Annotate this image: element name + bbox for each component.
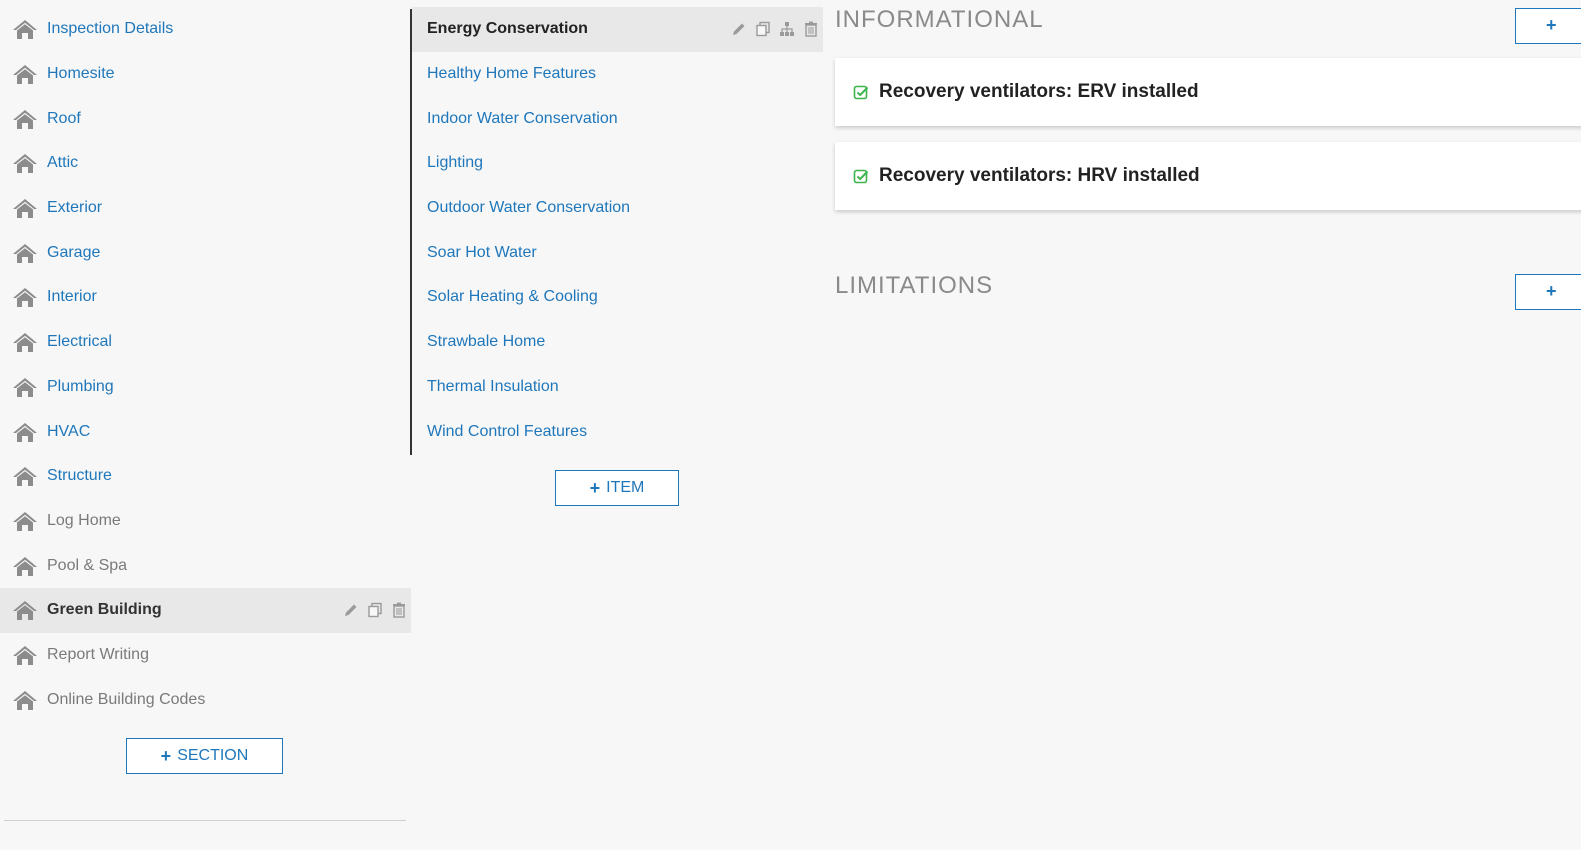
add-informational-button[interactable]: +: [1515, 8, 1581, 44]
add-item-label: ITEM: [606, 479, 645, 496]
sidebar-item-label: Structure: [47, 467, 112, 485]
item-soar-hot-water[interactable]: Soar Hot Water: [412, 230, 823, 275]
sidebar-item-electrical[interactable]: Electrical: [0, 320, 411, 365]
item-thermal-insulation[interactable]: Thermal Insulation: [412, 365, 823, 410]
comment-title: Recovery ventilators: HRV installed: [879, 165, 1200, 186]
row-actions: [731, 21, 819, 38]
sidebar-item-green-building[interactable]: Green Building: [0, 587, 411, 633]
checkbox-checked-icon[interactable]: [853, 84, 869, 100]
item-label: Thermal Insulation: [427, 377, 559, 395]
sidebar-item-label: HVAC: [47, 422, 91, 440]
sidebar-item-label: Electrical: [47, 333, 112, 351]
item-label: Healthy Home Features: [427, 65, 596, 83]
sidebar-item-inspection-details[interactable]: Inspection Details: [0, 7, 411, 52]
sidebar-item-log-home[interactable]: Log Home: [0, 499, 411, 544]
item-label: Strawbale Home: [427, 333, 546, 351]
row-actions: [343, 602, 407, 618]
app: Inspection Details Homesite Roof Attic Exter…: [0, 0, 1581, 850]
sidebar-item-report-writing[interactable]: Report Writing: [0, 633, 411, 678]
house-icon: [12, 599, 38, 621]
sidebar-item-label: Interior: [47, 288, 97, 306]
sections-list: Inspection Details Homesite Roof Attic Exter…: [0, 7, 411, 722]
item-energy-conservation[interactable]: Energy Conservation: [412, 7, 823, 52]
item-label: Solar Heating & Cooling: [427, 288, 598, 306]
sidebar-item-label: Plumbing: [47, 377, 114, 395]
house-icon: [12, 331, 38, 353]
plus-icon: +: [1546, 15, 1557, 35]
house-icon: [12, 555, 38, 577]
sidebar-item-exterior[interactable]: Exterior: [0, 186, 411, 231]
add-item-button[interactable]: + ITEM: [555, 470, 679, 506]
sidebar-item-online-building-codes[interactable]: Online Building Codes: [0, 677, 411, 722]
sidebar-item-label: Roof: [47, 109, 81, 127]
sidebar-item-label: Attic: [47, 154, 79, 172]
item-label: Outdoor Water Conservation: [427, 199, 631, 217]
house-icon: [12, 197, 38, 219]
house-icon: [12, 644, 38, 666]
house-icon: [12, 108, 38, 130]
house-icon: [12, 286, 38, 308]
item-label: Indoor Water Conservation: [427, 109, 618, 127]
sidebar-item-label: Homesite: [47, 65, 115, 83]
item-label: Wind Control Features: [427, 422, 588, 440]
plus-icon: +: [1546, 281, 1557, 301]
sidebar-item-garage[interactable]: Garage: [0, 230, 411, 275]
item-label: Energy Conservation: [427, 20, 588, 38]
sidebar-item-pool-and-spa[interactable]: Pool & Spa: [0, 543, 411, 588]
sidebar-item-label: Green Building: [47, 601, 162, 619]
house-icon: [12, 242, 38, 264]
item-indoor-water-conservation[interactable]: Indoor Water Conservation: [412, 96, 823, 141]
item-healthy-home-features[interactable]: Healthy Home Features: [412, 52, 823, 97]
divider: [4, 820, 406, 821]
pencil-icon[interactable]: [731, 21, 747, 37]
sidebar-item-label: Pool & Spa: [47, 556, 128, 574]
items-list: Energy Conservation Healthy Home Features…: [412, 7, 823, 454]
trash-icon[interactable]: [391, 602, 407, 618]
copy-icon[interactable]: [367, 602, 383, 618]
house-icon: [12, 465, 38, 487]
sitemap-icon[interactable]: [779, 21, 795, 37]
pencil-icon[interactable]: [343, 602, 359, 618]
comment-title: Recovery ventilators: ERV installed: [879, 81, 1199, 102]
limitations-heading: LIMITATIONS: [835, 272, 994, 299]
item-outdoor-water-conservation[interactable]: Outdoor Water Conservation: [412, 186, 823, 231]
informational-heading: INFORMATIONAL: [835, 6, 1044, 33]
house-icon: [12, 63, 38, 85]
sidebar-item-label: Garage: [47, 243, 101, 261]
add-section-label: SECTION: [177, 747, 249, 764]
sidebar-item-label: Exterior: [47, 199, 103, 217]
sidebar-item-structure[interactable]: Structure: [0, 454, 411, 499]
item-wind-control-features[interactable]: Wind Control Features: [412, 409, 823, 454]
house-icon: [12, 510, 38, 532]
sidebar-item-interior[interactable]: Interior: [0, 275, 411, 320]
sidebar-item-roof[interactable]: Roof: [0, 96, 411, 141]
trash-icon[interactable]: [803, 21, 819, 38]
comment-card[interactable]: Recovery ventilators: ERV installed: [835, 58, 1581, 126]
plus-icon: +: [160, 746, 172, 766]
sidebar-item-hvac[interactable]: HVAC: [0, 409, 411, 454]
comment-card[interactable]: Recovery ventilators: HRV installed: [835, 142, 1581, 210]
item-solar-heating-and-cooling[interactable]: Solar Heating & Cooling: [412, 275, 823, 320]
plus-icon: +: [589, 478, 601, 498]
sidebar-item-homesite[interactable]: Homesite: [0, 52, 411, 97]
sidebar-item-attic[interactable]: Attic: [0, 141, 411, 186]
sidebar-item-label: Inspection Details: [47, 20, 174, 38]
house-icon: [12, 421, 38, 443]
house-icon: [12, 689, 38, 711]
add-limitation-button[interactable]: +: [1515, 274, 1581, 310]
sidebar-item-plumbing[interactable]: Plumbing: [0, 365, 411, 410]
house-icon: [12, 152, 38, 174]
sidebar-item-label: Report Writing: [47, 645, 149, 663]
sidebar-item-label: Online Building Codes: [47, 690, 206, 708]
checkbox-checked-icon[interactable]: [853, 168, 869, 184]
house-icon: [12, 18, 38, 40]
item-lighting[interactable]: Lighting: [412, 141, 823, 186]
copy-icon[interactable]: [755, 21, 771, 37]
item-strawbale-home[interactable]: Strawbale Home: [412, 320, 823, 365]
house-icon: [12, 376, 38, 398]
item-label: Lighting: [427, 154, 484, 172]
add-section-button[interactable]: + SECTION: [126, 738, 283, 774]
item-label: Soar Hot Water: [427, 243, 537, 261]
sidebar-item-label: Log Home: [47, 511, 121, 529]
